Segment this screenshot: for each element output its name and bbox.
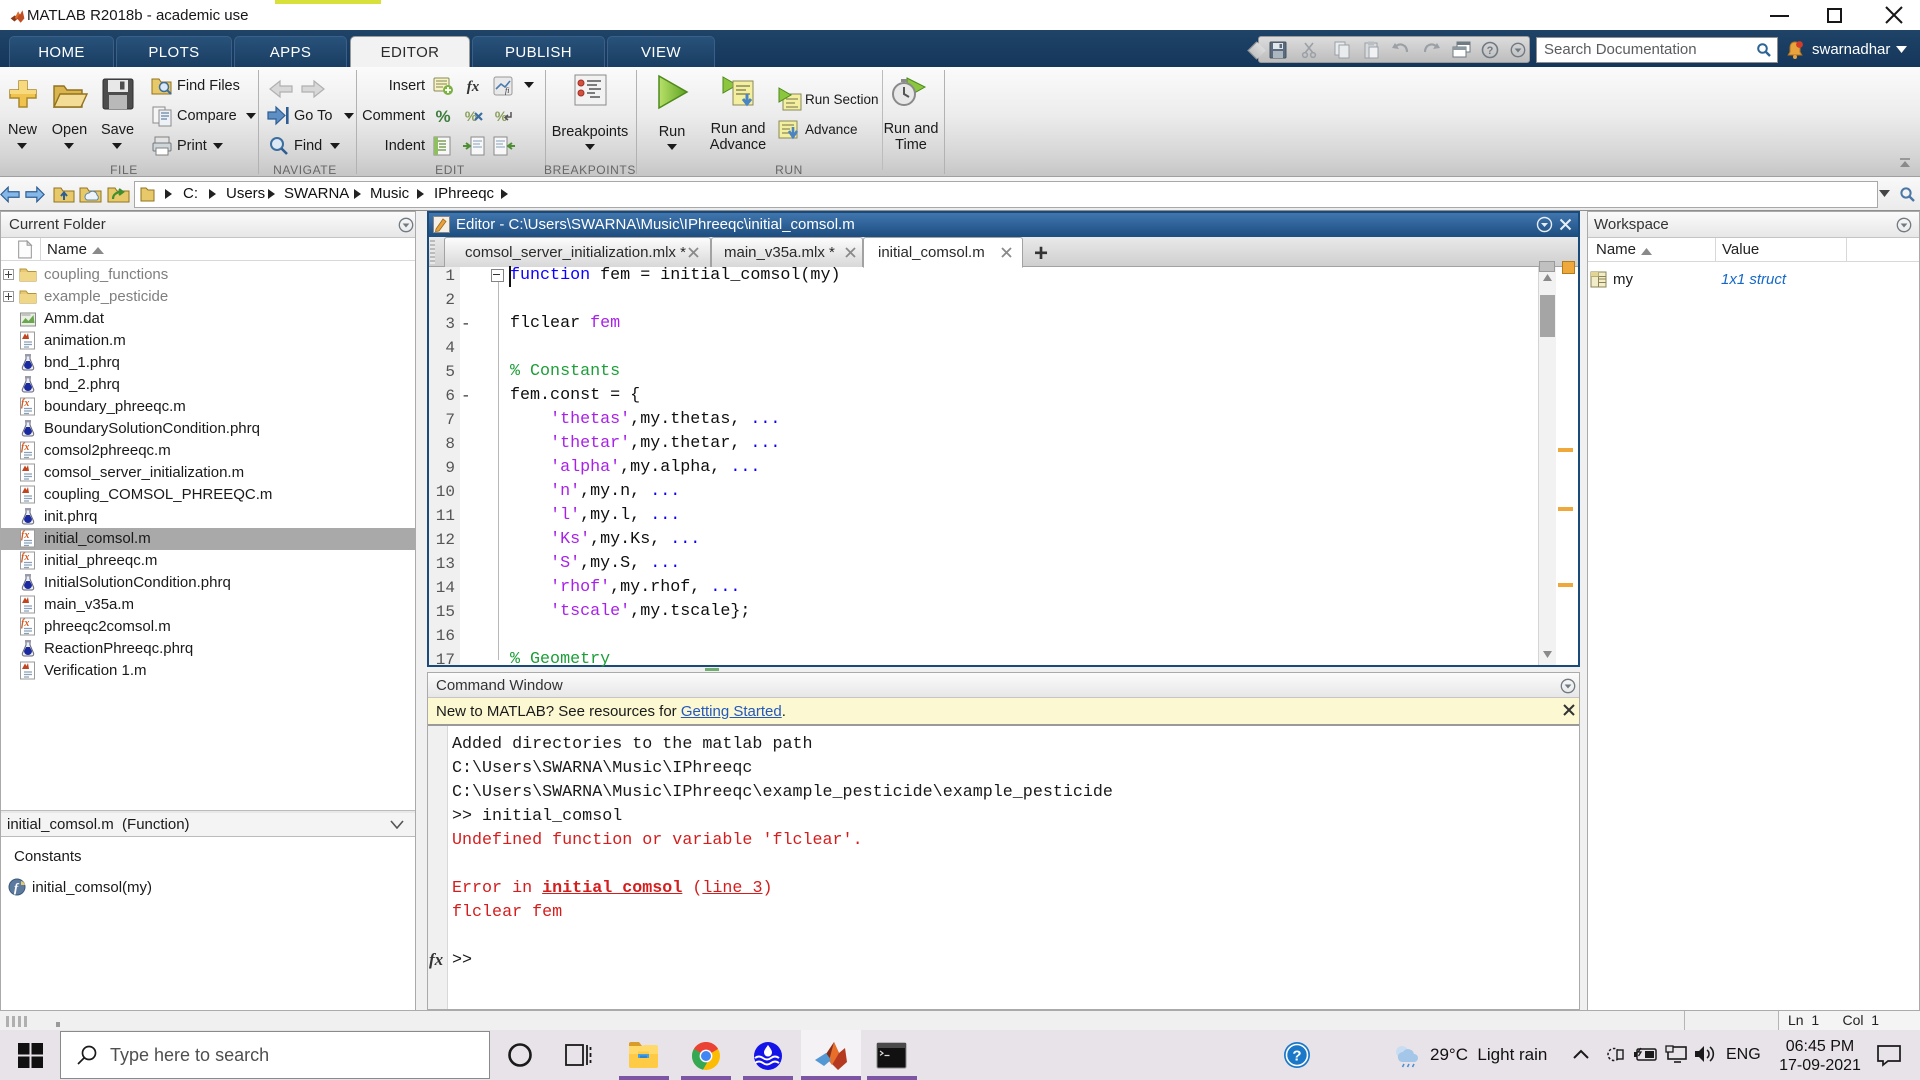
svg-text:fx: fx [467,79,480,95]
svg-text:?: ? [1292,1048,1301,1065]
svg-text:fi: fi [505,86,509,95]
svg-text:?: ? [1487,45,1494,57]
svg-text:%: % [435,107,450,126]
svg-text:%: % [465,108,478,124]
